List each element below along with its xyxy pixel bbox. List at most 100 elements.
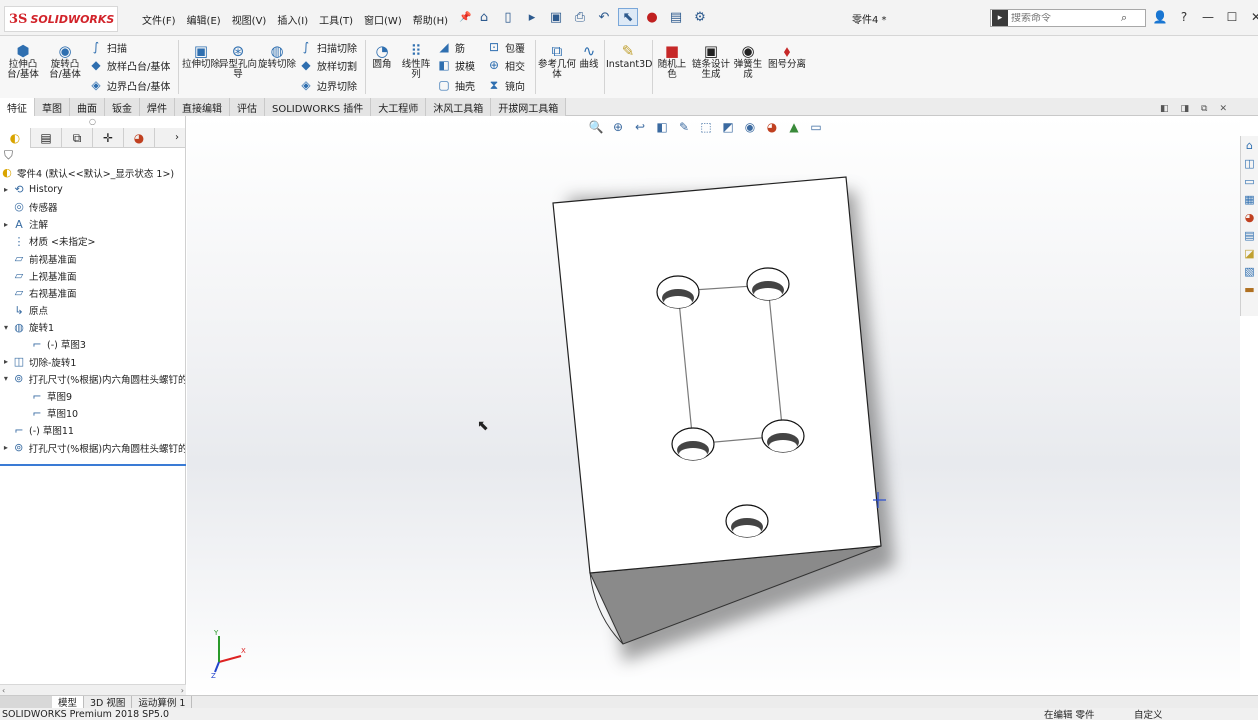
tree-item[interactable]: ▱ 右视基准面	[0, 284, 185, 301]
tab-weldments[interactable]: 焊件	[140, 98, 175, 116]
sweep-cut-button[interactable]: ∫ 扫描切除	[298, 38, 357, 56]
menu-view[interactable]: 视图(V)	[228, 10, 271, 29]
graphics-area[interactable]: 🔍 ⊕ ↩ ◧ ✎ ⬚ ◩ ◉ ◕ ▲ ▭ X Y Z ⬉	[187, 116, 1240, 696]
feature-tree-tab-icon[interactable]: ◐	[0, 128, 31, 148]
search-icon[interactable]: ⌕	[1121, 11, 1127, 25]
random-color-button[interactable]: ■ 随机上色	[654, 42, 690, 80]
home-icon[interactable]: ⌂	[474, 8, 494, 26]
hole-top-right[interactable]	[746, 267, 790, 301]
tree-item[interactable]: ▾ ⊚ 打孔尺寸(%根据)内六角圆柱头螺钉的	[0, 370, 185, 387]
unit-system-selector[interactable]: 自定义	[1134, 707, 1163, 720]
menu-edit[interactable]: 编辑(E)	[183, 10, 225, 29]
menu-file[interactable]: 文件(F)	[138, 10, 180, 29]
tab-surfaces[interactable]: 曲面	[70, 98, 105, 116]
search-commands-box[interactable]: ▸ ⌕	[990, 9, 1146, 27]
model-front-face[interactable]	[552, 176, 882, 574]
menu-tools[interactable]: 工具(T)	[315, 10, 357, 29]
chain-design-button[interactable]: ▣ 链条设计生成	[692, 42, 730, 80]
tab-nav-arrows[interactable]	[0, 695, 52, 709]
draft-button[interactable]: ◧ 拔模	[436, 56, 475, 74]
revolve-boss-button[interactable]: ◉ 旋转凸台/基体	[46, 42, 84, 80]
hole-bottom-right[interactable]	[761, 419, 805, 453]
tree-item[interactable]: ⌐ (-) 草图3	[0, 336, 185, 353]
help-icon[interactable]: ?	[1176, 8, 1192, 26]
instant3d-button[interactable]: ✎ Instant3D	[606, 42, 652, 70]
wrap-button[interactable]: ⊡ 包覆	[486, 38, 525, 56]
tree-item[interactable]: ▸ A 注解	[0, 216, 185, 233]
chevron-right-icon[interactable]: ›	[169, 128, 185, 147]
tab-sketch[interactable]: 草图	[35, 98, 70, 116]
hole-wizard-button[interactable]: ⊛ 异型孔向导	[219, 42, 257, 80]
tab-features[interactable]: 特征	[0, 98, 35, 116]
tree-item[interactable]: ▸ ⟲ History	[0, 181, 185, 198]
new-document-icon[interactable]: ▯	[498, 8, 518, 26]
tree-item[interactable]: ▸ ⊚ 打孔尺寸(%根据)内六角圆柱头螺钉的	[0, 439, 185, 456]
hole-top-left[interactable]	[656, 275, 700, 309]
search-input[interactable]	[1011, 12, 1121, 24]
restore-right-icon[interactable]: ◨	[1181, 104, 1190, 114]
tab-solidworks-addins[interactable]: SOLIDWORKS 插件	[265, 98, 372, 116]
tab-da-gongchengshi[interactable]: 大工程师	[371, 98, 427, 116]
rib-button[interactable]: ◢ 筋	[436, 38, 465, 56]
solidworks-resources-icon[interactable]: ⌂	[1241, 136, 1258, 154]
sweep-boss-button[interactable]: ∫ 扫描	[88, 38, 127, 56]
tab-sheet-metal[interactable]: 钣金	[105, 98, 140, 116]
boundary-cut-button[interactable]: ◈ 边界切除	[298, 76, 357, 94]
filter-icon[interactable]: ⛉	[0, 148, 185, 164]
property-manager-tab-icon[interactable]: ▤	[31, 128, 62, 148]
tree-root-part[interactable]: ◐ 零件4 (默认<<默认>_显示状态 1>)	[0, 164, 185, 181]
menu-help[interactable]: 帮助(H)	[409, 10, 452, 29]
solidworks-logo[interactable]: 3S SOLIDWORKS	[4, 6, 118, 32]
design-library-icon[interactable]: ◫	[1241, 154, 1258, 172]
custom-properties-icon[interactable]: ▤	[1241, 226, 1258, 244]
user-icon[interactable]: 👤	[1152, 8, 1168, 26]
appearances-icon[interactable]: ◕	[1241, 208, 1258, 226]
dimxpert-tab-icon[interactable]: ✛	[93, 128, 124, 148]
folder-icon[interactable]: ▬	[1241, 280, 1258, 298]
reference-geometry-button[interactable]: ⧉ 参考几何体	[538, 42, 576, 80]
hole-bottom-center[interactable]	[725, 504, 769, 538]
layer-split-button[interactable]: ⬧ 图号分离	[768, 42, 806, 70]
tab-motion-study-1[interactable]: 运动算例 1	[132, 695, 193, 709]
view-palette-icon[interactable]: ▦	[1241, 190, 1258, 208]
collapsed-arrow-icon[interactable]: ▸	[0, 185, 12, 194]
revolve-cut-button[interactable]: ◍ 旋转切除	[258, 42, 296, 70]
extrude-cut-button[interactable]: ▣ 拉伸切除	[182, 42, 220, 70]
tree-item[interactable]: ⌐ (-) 草图11	[0, 422, 185, 439]
configuration-manager-tab-icon[interactable]: ⧉	[62, 128, 93, 148]
tree-item[interactable]: ▱ 前视基准面	[0, 250, 185, 267]
scroll-left-icon[interactable]: ‹	[2, 686, 5, 695]
tab-direct-editing[interactable]: 直接编辑	[175, 98, 230, 116]
select-arrow-icon[interactable]: ⬉	[618, 8, 638, 26]
mirror-button[interactable]: ⧗ 镜向	[486, 76, 525, 94]
boundary-boss-button[interactable]: ◈ 边界凸台/基体	[88, 76, 170, 94]
minimize-icon[interactable]: —	[1200, 8, 1216, 26]
pin-icon[interactable]: 📌	[455, 10, 475, 29]
menu-window[interactable]: 窗口(W)	[360, 10, 406, 29]
tree-item[interactable]: ▾ ◍ 旋转1	[0, 319, 185, 336]
panel-grip-handle[interactable]: ○	[0, 116, 185, 128]
loft-boss-button[interactable]: ◆ 放样凸台/基体	[88, 56, 170, 74]
save-icon[interactable]: ▣	[546, 8, 566, 26]
collapsed-arrow-icon[interactable]: ▸	[0, 357, 12, 366]
tab-evaluate[interactable]: 评估	[230, 98, 265, 116]
hole-bottom-left[interactable]	[671, 427, 715, 461]
tab-kaibawang-toolbox[interactable]: 开拔网工具箱	[491, 98, 567, 116]
intersect-button[interactable]: ⊕ 相交	[486, 56, 525, 74]
doc-close-icon[interactable]: ✕	[1219, 104, 1227, 114]
collapsed-arrow-icon[interactable]: ▸	[0, 443, 12, 452]
fillet-button[interactable]: ◔ 圆角	[366, 42, 398, 70]
collapsed-arrow-icon[interactable]: ▸	[0, 220, 12, 229]
file-explorer-icon[interactable]: ▭	[1241, 172, 1258, 190]
expanded-arrow-icon[interactable]: ▾	[0, 374, 12, 383]
rebuild-traffic-light-icon[interactable]: ●	[642, 8, 662, 26]
linear-pattern-button[interactable]: ⠿ 线性阵列	[398, 42, 434, 80]
extrude-boss-button[interactable]: ⬢ 拉伸凸台/基体	[4, 42, 42, 80]
tab-3d-views[interactable]: 3D 视图	[84, 695, 133, 709]
tree-item[interactable]: ↳ 原点	[0, 302, 185, 319]
tree-insertion-bar[interactable]	[0, 464, 186, 466]
close-icon[interactable]: ✕	[1248, 8, 1258, 26]
file-properties-icon[interactable]: ▤	[666, 8, 686, 26]
expanded-arrow-icon[interactable]: ▾	[0, 323, 12, 332]
tree-item[interactable]: ⌐ 草图9	[0, 387, 185, 404]
